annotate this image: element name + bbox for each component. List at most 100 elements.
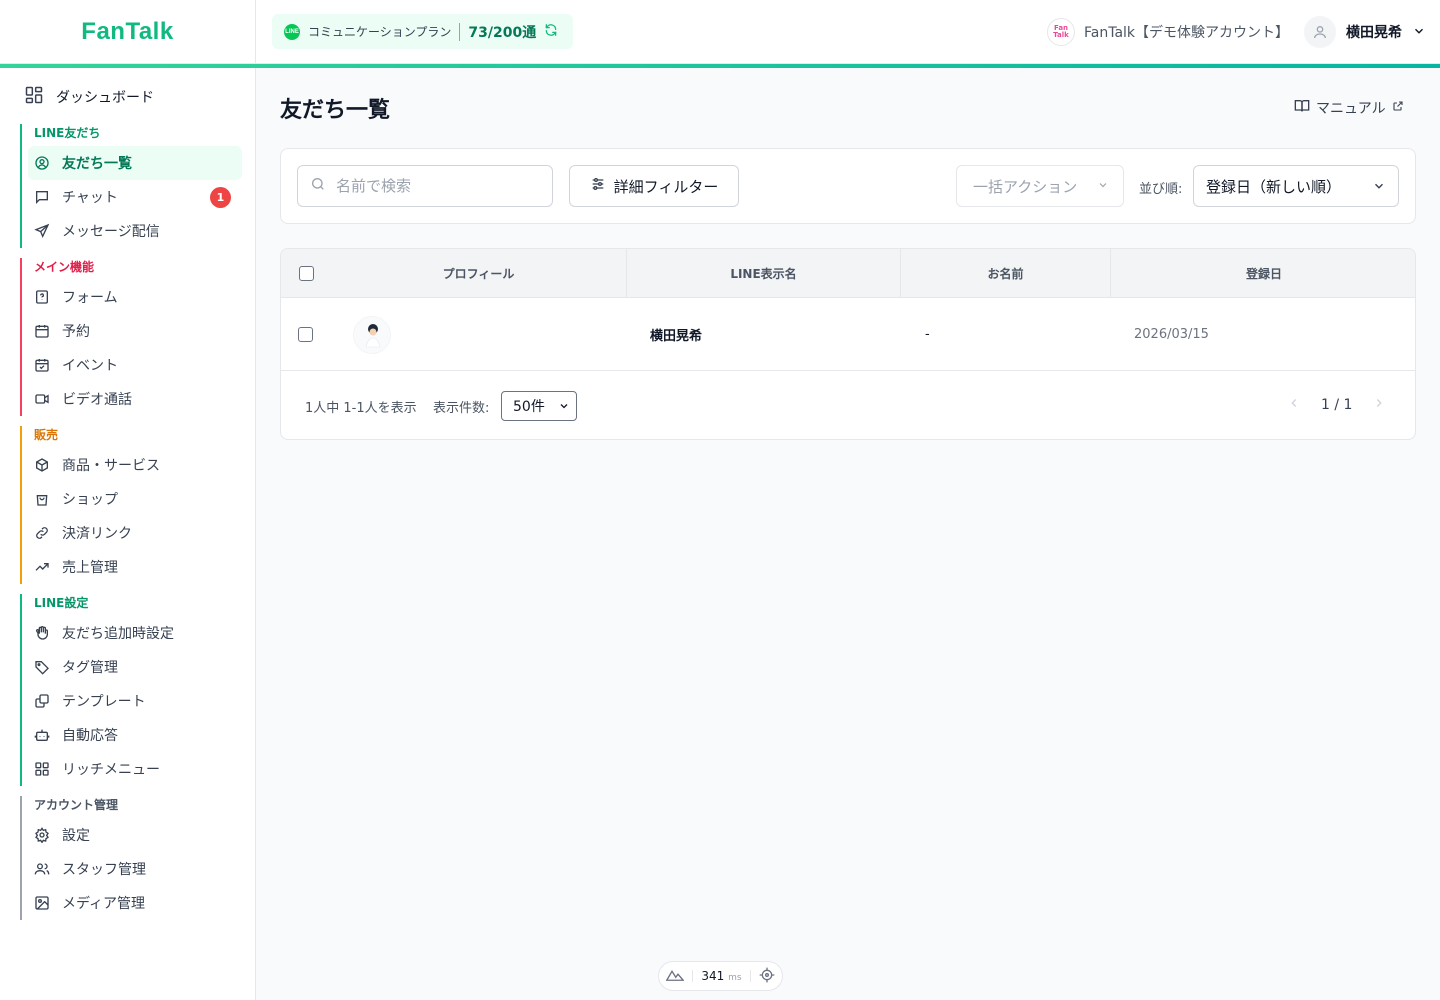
sidebar-item-auto-reply[interactable]: 自動応答 xyxy=(28,718,242,752)
dashboard-icon xyxy=(24,85,44,109)
sidebar-item-media-management[interactable]: メディア管理 xyxy=(28,886,242,920)
column-header-name[interactable]: お名前 xyxy=(901,249,1111,298)
mountain-icon xyxy=(665,968,686,985)
account-switcher[interactable]: Fan Talk FanTalk【デモ体験アカウント】 xyxy=(1047,18,1289,46)
sidebar-item-label: メディア管理 xyxy=(62,896,146,912)
row-checkbox[interactable] xyxy=(298,327,313,342)
column-header-line-name[interactable]: LINE表示名 xyxy=(627,249,901,298)
sort-label: 並び順: xyxy=(1139,182,1183,197)
sidebar-item-video-call[interactable]: ビデオ通話 xyxy=(28,382,242,416)
top-header: FanTalk LINE コミュニケーションプラン 73/200通 Fan Tal… xyxy=(0,0,1440,64)
line-name-cell: 横田晃希 xyxy=(650,329,703,344)
section-title: LINE設定 xyxy=(34,596,89,610)
perf-indicator[interactable]: 341 ms xyxy=(658,961,783,991)
sidebar-item-label: ビデオ通話 xyxy=(62,392,132,408)
account-name: FanTalk【デモ体験アカウント】 xyxy=(1084,25,1290,41)
chevron-right-icon[interactable] xyxy=(1372,396,1386,414)
sidebar-item-staff-management[interactable]: スタッフ管理 xyxy=(28,852,242,886)
sidebar-item-dashboard[interactable]: ダッシュボード xyxy=(24,86,154,108)
send-icon xyxy=(34,223,50,239)
sidebar-item-friends-list[interactable]: 友だち一覧 xyxy=(28,146,242,180)
user-menu[interactable]: 横田晃希 xyxy=(1304,16,1426,48)
filter-card: 詳細フィルター 一括アクション 並び順: 登録日（新しい順） xyxy=(280,148,1416,224)
profile-cell xyxy=(353,298,391,371)
external-link-icon xyxy=(1392,100,1404,116)
perf-unit: ms xyxy=(728,973,742,983)
sidebar-item-label: 自動応答 xyxy=(62,728,118,744)
fantalk-logo[interactable]: FanTalk xyxy=(81,18,173,46)
video-icon xyxy=(34,391,50,407)
sidebar-item-label: ダッシュボード xyxy=(56,90,154,106)
sidebar-item-reservation[interactable]: 予約 xyxy=(28,314,242,348)
sidebar-item-label: チャット xyxy=(62,190,118,206)
sidebar-item-label: 友だち一覧 xyxy=(62,156,132,172)
per-page-select[interactable]: 50件 xyxy=(501,391,577,421)
plan-usage-count: 73/200通 xyxy=(468,24,537,41)
tag-icon xyxy=(34,659,50,675)
sidebar-item-tag-management[interactable]: タグ管理 xyxy=(28,650,242,684)
sidebar-item-rich-menu[interactable]: リッチメニュー xyxy=(28,752,242,786)
sidebar: ダッシュボード LINE友だち 友だち一覧 チャット 1 メッセージ配信 メイン… xyxy=(0,68,256,1000)
sidebar-item-label: 売上管理 xyxy=(62,560,118,576)
sidebar-item-template[interactable]: テンプレート xyxy=(28,684,242,718)
per-page-label: 表示件数: xyxy=(433,401,490,416)
sidebar-item-payment-link[interactable]: 決済リンク xyxy=(28,516,242,550)
search-box[interactable] xyxy=(297,165,553,207)
filter-label: 詳細フィルター xyxy=(613,177,719,196)
name-cell: - xyxy=(925,327,930,342)
search-input[interactable] xyxy=(336,177,536,195)
sidebar-item-shop[interactable]: ショップ xyxy=(28,482,242,516)
section-bar xyxy=(20,594,22,786)
sidebar-item-sales-management[interactable]: 売上管理 xyxy=(28,550,242,584)
chevron-left-icon[interactable] xyxy=(1287,396,1301,414)
user-icon xyxy=(1304,16,1336,48)
image-icon xyxy=(34,895,50,911)
advanced-filter-button[interactable]: 詳細フィルター xyxy=(569,165,739,207)
sidebar-item-event[interactable]: イベント xyxy=(28,348,242,382)
manual-link[interactable]: マニュアル xyxy=(1294,98,1404,118)
sidebar-item-label: 予約 xyxy=(62,324,90,340)
box-icon xyxy=(34,457,50,473)
sort-value: 登録日（新しい順） xyxy=(1206,177,1342,196)
sidebar-item-friend-add-settings[interactable]: 友だち追加時設定 xyxy=(28,616,242,650)
bulk-action-select[interactable]: 一括アクション xyxy=(956,165,1124,207)
sidebar-item-label: 設定 xyxy=(62,828,90,844)
section-bar xyxy=(20,124,22,248)
table-row[interactable]: 横田晃希 - 2026/03/15 xyxy=(281,298,1415,371)
sidebar-item-message-broadcast[interactable]: メッセージ配信 xyxy=(28,214,242,248)
sort-select[interactable]: 登録日（新しい順） xyxy=(1193,165,1399,207)
plan-usage-box: LINE コミュニケーションプラン 73/200通 xyxy=(272,14,573,49)
users-icon xyxy=(34,861,50,877)
pagination: 1 / 1 xyxy=(1287,396,1386,414)
divider xyxy=(459,22,461,41)
chevron-down-icon xyxy=(1372,179,1386,197)
sidebar-item-settings[interactable]: 設定 xyxy=(28,818,242,852)
user-circle-icon xyxy=(34,155,50,171)
sidebar-item-label: メッセージ配信 xyxy=(62,224,160,240)
sidebar-item-products[interactable]: 商品・サービス xyxy=(28,448,242,482)
column-header-profile[interactable]: プロフィール xyxy=(331,249,627,298)
form-icon xyxy=(34,289,50,305)
sidebar-item-chat[interactable]: チャット 1 xyxy=(28,180,242,214)
sidebar-item-label: ショップ xyxy=(62,492,118,508)
section-title: 販売 xyxy=(34,428,59,442)
calendar-check-icon xyxy=(34,357,50,373)
chat-icon xyxy=(34,189,50,205)
column-header-registered[interactable]: 登録日 xyxy=(1111,249,1415,298)
chevron-down-icon xyxy=(1097,177,1109,195)
registered-date-cell: 2026/03/15 xyxy=(1134,327,1209,342)
per-page-value: 50件 xyxy=(513,399,545,415)
user-name: 横田晃希 xyxy=(1346,25,1402,41)
sidebar-item-label: スタッフ管理 xyxy=(62,862,146,878)
refresh-icon[interactable] xyxy=(544,23,558,41)
avatar[interactable] xyxy=(353,315,391,354)
sidebar-item-label: フォーム xyxy=(62,290,118,306)
sidebar-item-form[interactable]: フォーム xyxy=(28,280,242,314)
select-all-checkbox[interactable] xyxy=(298,266,314,281)
account-avatar: Fan Talk xyxy=(1047,18,1075,46)
sidebar-section-line-settings: LINE設定 友だち追加時設定 タグ管理 テンプレート 自動応答 リッチメニュー xyxy=(20,594,242,786)
table-header: プロフィール LINE表示名 お名前 登録日 xyxy=(281,249,1415,298)
link-icon xyxy=(34,525,50,541)
logo-area[interactable]: FanTalk xyxy=(0,0,256,64)
hand-icon xyxy=(34,625,50,641)
